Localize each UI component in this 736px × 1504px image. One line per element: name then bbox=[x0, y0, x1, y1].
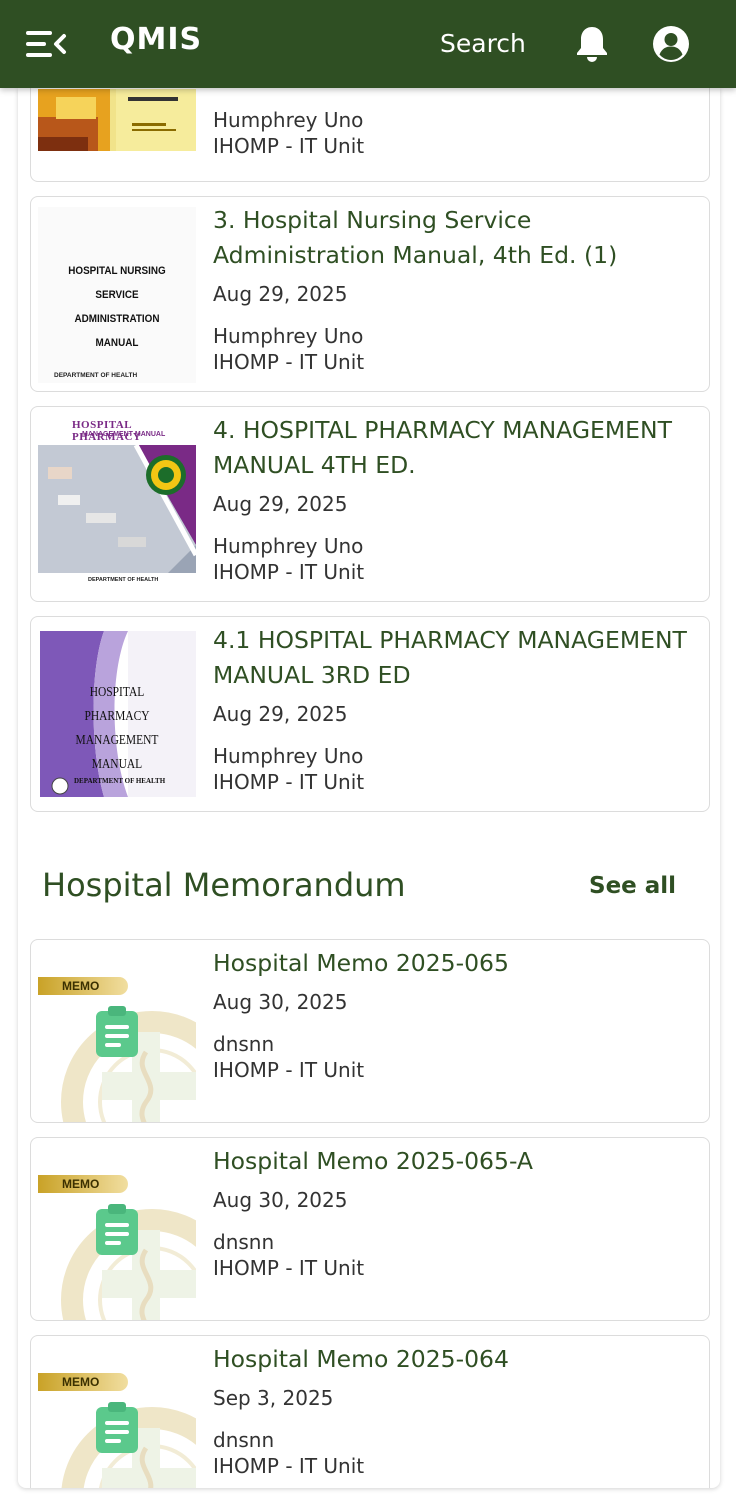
cover-footer-text: DEPARTMENT OF HEALTH bbox=[54, 372, 138, 379]
memo-thumbnail: MEMO bbox=[38, 940, 196, 1122]
manual-author: Humphrey Uno bbox=[213, 324, 364, 348]
memo-title: Hospital Memo 2025-065-A bbox=[213, 1147, 534, 1175]
manual-card[interactable]: Humphrey Uno IHOMP - IT Unit bbox=[30, 88, 710, 182]
manual-unit: IHOMP - IT Unit bbox=[213, 770, 365, 794]
see-all-link[interactable]: See all bbox=[589, 873, 676, 899]
memo-badge: MEMO bbox=[38, 1175, 128, 1193]
memo-card[interactable]: MEMO Hospital Memo 2025-065 Aug 30, 2025… bbox=[30, 939, 710, 1123]
memo-unit: IHOMP - IT Unit bbox=[213, 1256, 365, 1280]
manual-card[interactable]: HOSPITAL PHARMACY MANAGEMENT MANUAL DEPA… bbox=[30, 406, 710, 602]
memo-thumbnail: MEMO bbox=[38, 1138, 196, 1320]
memo-date: Aug 30, 2025 bbox=[213, 990, 348, 1014]
memo-author: dnsnn bbox=[213, 1428, 275, 1452]
account-icon[interactable] bbox=[652, 25, 690, 63]
manual-unit: IHOMP - IT Unit bbox=[213, 134, 365, 158]
memo-author: dnsnn bbox=[213, 1032, 275, 1056]
manual-card[interactable]: HOSPITAL PHARMACY MANAGEMENT MANUAL DEPA… bbox=[30, 616, 710, 812]
manual-unit: IHOMP - IT Unit bbox=[213, 560, 365, 584]
manual-author: Humphrey Uno bbox=[213, 108, 364, 132]
memo-badge: MEMO bbox=[38, 1373, 128, 1391]
clipboard-icon bbox=[96, 1204, 138, 1255]
manual-date: Aug 29, 2025 bbox=[213, 282, 348, 306]
cover-title-text: HOSPITAL NURSING SERVICE ADMINISTRATION … bbox=[68, 265, 166, 349]
memo-unit: IHOMP - IT Unit bbox=[213, 1058, 365, 1082]
manual-cover-image bbox=[38, 89, 196, 151]
memo-author: dnsnn bbox=[213, 1230, 275, 1254]
manual-cover-image: HOSPITAL NURSING SERVICE ADMINISTRATION … bbox=[38, 207, 196, 383]
cover-footer-text: DEPARTMENT OF HEALTH bbox=[74, 777, 166, 785]
manual-title: 4. HOSPITAL PHARMACY MANAGEMENT MANUAL 4… bbox=[213, 416, 672, 479]
memo-date: Sep 3, 2025 bbox=[213, 1386, 334, 1410]
top-app-bar: QMIS Search bbox=[0, 0, 736, 88]
search-link[interactable]: Search bbox=[440, 29, 526, 58]
clipboard-icon bbox=[96, 1402, 138, 1453]
cover-title-text: HOSPITAL PHARMACY MANAGEMENT MANUAL bbox=[75, 685, 159, 772]
notifications-bell-icon[interactable] bbox=[574, 24, 610, 64]
memo-title: Hospital Memo 2025-065 bbox=[213, 949, 509, 977]
manual-title: 3. Hospital Nursing Service Administrati… bbox=[213, 206, 618, 269]
memo-thumbnail: MEMO bbox=[38, 1336, 196, 1488]
manual-author: Humphrey Uno bbox=[213, 744, 364, 768]
memo-card[interactable]: MEMO Hospital Memo 2025-065-A Aug 30, 20… bbox=[30, 1137, 710, 1321]
memo-date: Aug 30, 2025 bbox=[213, 1188, 348, 1212]
cover-footer-text: DEPARTMENT OF HEALTH bbox=[88, 577, 159, 583]
app-title: QMIS bbox=[110, 22, 203, 57]
clipboard-icon bbox=[96, 1006, 138, 1057]
section-title-hospital-memorandum: Hospital Memorandum bbox=[42, 866, 406, 904]
manual-date: Aug 29, 2025 bbox=[213, 492, 348, 516]
manual-author: Humphrey Uno bbox=[213, 534, 364, 558]
cover-subtitle-text: MANAGEMENT MANUAL bbox=[82, 431, 166, 438]
memo-title: Hospital Memo 2025-064 bbox=[213, 1345, 509, 1373]
memo-card[interactable]: MEMO Hospital Memo 2025-064 Sep 3, 2025 … bbox=[30, 1335, 710, 1488]
manual-title: 4.1 HOSPITAL PHARMACY MANAGEMENT MANUAL … bbox=[213, 626, 687, 689]
manual-date: Aug 29, 2025 bbox=[213, 702, 348, 726]
content-panel: Humphrey Uno IHOMP - IT Unit HOSPITAL NU… bbox=[18, 88, 720, 1488]
manual-card[interactable]: HOSPITAL NURSING SERVICE ADMINISTRATION … bbox=[30, 196, 710, 392]
menu-collapse-icon[interactable] bbox=[24, 26, 68, 62]
manual-cover-image: HOSPITAL PHARMACY MANAGEMENT MANUAL DEPA… bbox=[38, 417, 196, 593]
manual-cover-image: HOSPITAL PHARMACY MANAGEMENT MANUAL DEPA… bbox=[38, 629, 196, 799]
memo-badge: MEMO bbox=[38, 977, 128, 995]
memo-unit: IHOMP - IT Unit bbox=[213, 1454, 365, 1478]
manual-unit: IHOMP - IT Unit bbox=[213, 350, 365, 374]
